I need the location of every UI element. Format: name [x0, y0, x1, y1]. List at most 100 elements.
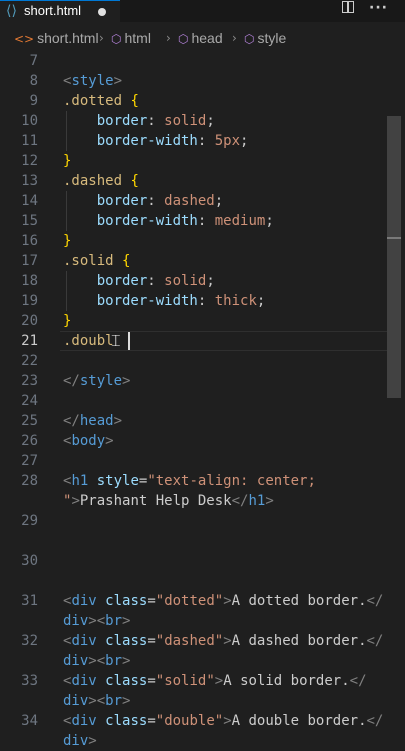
- code-token: >: [122, 653, 131, 669]
- code-token: >: [122, 373, 131, 389]
- code-line[interactable]: div><br>: [63, 651, 130, 671]
- code-line[interactable]: <div class="dotted">A dotted border.</: [63, 591, 383, 611]
- code-file-icon: ⟨⟩: [6, 3, 17, 19]
- code-token: .doubl: [63, 333, 114, 349]
- code-line[interactable]: ">Prashant Help Desk</h1>: [63, 491, 274, 511]
- editor-tab-bar: ⟨⟩ short.html ···: [0, 0, 405, 22]
- code-token: A solid border.: [223, 673, 350, 689]
- line-number: 10: [21, 113, 38, 129]
- code-token: "dotted": [155, 593, 224, 609]
- code-token: div: [71, 593, 97, 609]
- code-line[interactable]: .doubl: [63, 331, 114, 351]
- code-token: >: [214, 673, 224, 689]
- code-token: >: [265, 493, 274, 509]
- code-line[interactable]: border: solid;: [63, 271, 215, 291]
- indent-guide: [66, 271, 67, 311]
- code-line[interactable]: .solid {: [63, 251, 130, 271]
- code-line[interactable]: <h1 style="text-align: center;: [63, 471, 316, 491]
- code-token: ;: [214, 193, 224, 209]
- tab-label: short.html: [24, 3, 82, 18]
- line-number: 16: [21, 233, 38, 249]
- line-number: 34: [21, 713, 38, 729]
- code-token: div: [63, 693, 89, 709]
- code-token: solid: [164, 113, 207, 129]
- code-token: >: [113, 73, 123, 89]
- breadcrumb-item-style[interactable]: ⬡ style: [244, 29, 286, 48]
- code-line[interactable]: <body>: [63, 431, 114, 451]
- line-number: 19: [21, 293, 38, 309]
- line-number: 14: [21, 193, 38, 209]
- code-line[interactable]: .dashed {: [63, 171, 139, 191]
- breadcrumb: <> short.html › ⬡ html › ⬡ head › ⬡ style: [0, 26, 405, 50]
- code-token: :: [147, 273, 165, 289]
- vertical-scrollbar-thumb[interactable]: [387, 116, 401, 398]
- line-number: 22: [21, 353, 38, 369]
- code-line[interactable]: }: [63, 231, 71, 251]
- breadcrumb-item-file[interactable]: <> short.html: [14, 29, 99, 48]
- code-token: body: [71, 433, 106, 449]
- code-token: </: [366, 633, 384, 649]
- breadcrumb-item-html[interactable]: ⬡ html: [111, 29, 151, 48]
- code-line[interactable]: border-width: 5px;: [63, 131, 249, 151]
- code-line[interactable]: </style>: [63, 371, 130, 391]
- code-line[interactable]: }: [63, 311, 71, 331]
- code-token: border-width: [96, 213, 198, 229]
- code-token: ;: [240, 133, 249, 149]
- breadcrumb-label: short.html: [37, 30, 99, 46]
- code-line[interactable]: <div class="solid">A solid border.</: [63, 671, 367, 691]
- line-number: 8: [29, 73, 38, 89]
- code-token: br: [105, 613, 123, 629]
- line-number: 18: [21, 273, 38, 289]
- code-line[interactable]: div><br>: [63, 691, 130, 711]
- code-token: .solid: [63, 253, 114, 269]
- code-token: border-width: [96, 133, 198, 149]
- code-token: class: [105, 713, 148, 729]
- code-token: medium: [214, 213, 266, 229]
- code-line[interactable]: }: [63, 151, 71, 171]
- line-number: 26: [21, 433, 38, 449]
- code-editor[interactable]: 7 8 <style> 9 .dotted {10 border: solid; 11 b…: [0, 51, 405, 749]
- line-number: 17: [21, 253, 38, 269]
- code-token: "solid": [155, 673, 215, 689]
- split-editor-icon[interactable]: [341, 0, 357, 18]
- breadcrumb-label: style: [257, 30, 287, 46]
- line-number: 24: [21, 393, 38, 409]
- tab-short-html[interactable]: ⟨⟩ short.html: [0, 0, 120, 22]
- code-line[interactable]: div>: [63, 731, 97, 751]
- code-token: "double": [155, 713, 224, 729]
- code-line[interactable]: border: solid;: [63, 111, 215, 131]
- mouse-ibeam-icon: ⌶: [111, 331, 121, 350]
- line-number: 15: [21, 213, 38, 229]
- code-line[interactable]: div><br>: [63, 611, 130, 631]
- line-number: 29: [21, 513, 38, 529]
- code-token: head: [79, 413, 114, 429]
- code-token: >: [113, 413, 123, 429]
- code-line[interactable]: </head>: [63, 411, 122, 431]
- code-line[interactable]: <style>: [63, 71, 122, 91]
- code-token: "dashed": [155, 633, 224, 649]
- more-actions-icon[interactable]: ···: [369, 0, 387, 18]
- code-token: =: [147, 673, 156, 689]
- element-cube-icon: ⬡: [178, 32, 189, 46]
- breadcrumb-item-head[interactable]: ⬡ head: [178, 29, 223, 48]
- code-line[interactable]: <div class="double">A double border.</: [63, 711, 383, 731]
- text-cursor: [128, 332, 130, 350]
- chevron-right-icon: ›: [232, 31, 237, 45]
- code-token: ;: [265, 213, 274, 229]
- code-line[interactable]: border-width: thick;: [63, 291, 266, 311]
- code-token: solid: [164, 273, 207, 289]
- code-token: ><: [88, 613, 106, 629]
- code-token: </: [366, 593, 384, 609]
- code-line[interactable]: <div class="dashed">A dashed border.</: [63, 631, 383, 651]
- code-line[interactable]: border-width: medium;: [63, 211, 274, 231]
- code-line[interactable]: border: dashed;: [63, 191, 223, 211]
- unsaved-dot-icon[interactable]: [98, 8, 106, 16]
- code-line[interactable]: .dotted {: [63, 91, 139, 111]
- code-token: "text-align: center;: [147, 473, 316, 489]
